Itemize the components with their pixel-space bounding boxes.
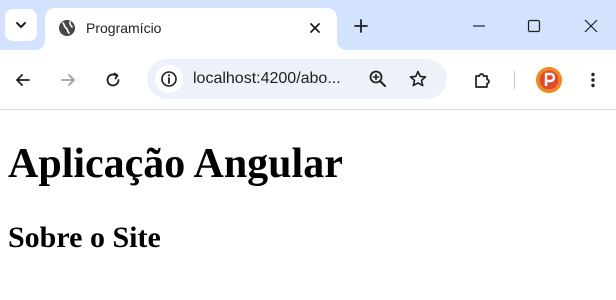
tab-close-button[interactable]	[303, 16, 327, 40]
arrow-right-icon	[59, 71, 77, 89]
zoom-in-icon	[368, 69, 388, 89]
puzzle-icon	[472, 70, 492, 90]
profile-avatar[interactable]	[536, 67, 562, 93]
plus-icon	[353, 18, 369, 34]
forward-button[interactable]	[53, 65, 83, 95]
reload-button[interactable]	[98, 65, 128, 95]
minimize-icon	[472, 19, 486, 33]
extensions-button[interactable]	[467, 65, 497, 95]
reload-icon	[104, 71, 122, 89]
info-icon	[160, 70, 178, 88]
bookmark-button[interactable]	[406, 67, 430, 91]
star-icon	[408, 69, 428, 89]
tab-search-button[interactable]	[5, 9, 37, 41]
url-text[interactable]: localhost:4200/abo...	[193, 69, 341, 89]
page-title: Aplicação Angular	[8, 141, 343, 187]
chevron-down-icon	[14, 18, 28, 32]
maximize-button[interactable]	[511, 6, 557, 46]
browser-tab[interactable]: Programício	[35, 8, 347, 50]
page-subtitle: Sobre o Site	[8, 221, 161, 254]
site-info-button[interactable]	[155, 65, 183, 93]
minimize-button[interactable]	[456, 6, 502, 46]
address-bar[interactable]: localhost:4200/abo...	[147, 59, 447, 99]
maximize-icon	[527, 19, 541, 33]
browser-toolbar: localhost:4200/abo...	[0, 50, 616, 110]
new-tab-button[interactable]	[348, 13, 374, 39]
tab-strip: Programício	[0, 0, 616, 50]
close-icon	[309, 22, 321, 34]
page-content: Aplicação Angular Sobre o Site	[0, 110, 616, 300]
arrow-left-icon	[14, 71, 32, 89]
tab-title: Programício	[86, 20, 162, 36]
globe-icon	[58, 19, 76, 37]
close-icon	[584, 19, 598, 33]
browser-menu-button[interactable]	[578, 65, 608, 95]
back-button[interactable]	[8, 65, 38, 95]
zoom-button[interactable]	[366, 67, 390, 91]
toolbar-divider	[514, 71, 515, 89]
close-window-button[interactable]	[568, 6, 614, 46]
more-vertical-icon	[584, 71, 602, 89]
